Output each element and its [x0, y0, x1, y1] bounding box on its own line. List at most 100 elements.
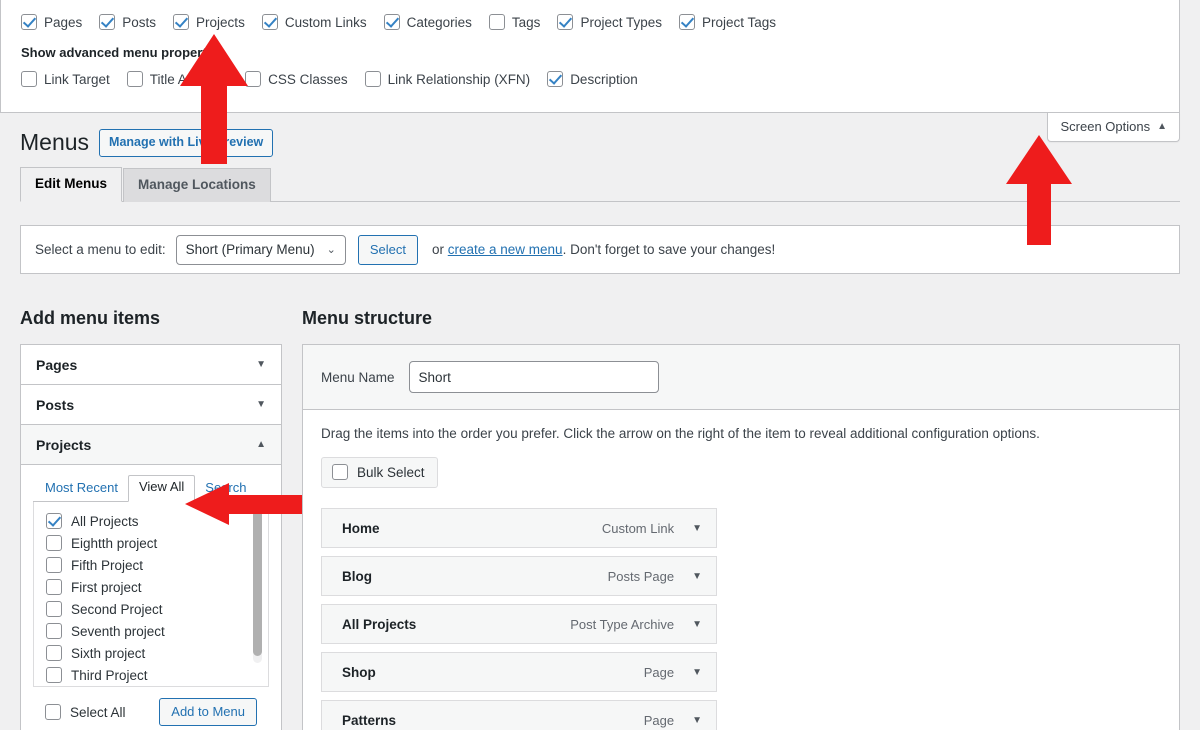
checkbox-categories-label: Categories	[406, 14, 472, 30]
checkbox-posts[interactable]: Posts	[99, 14, 156, 30]
tab-edit-menus[interactable]: Edit Menus	[20, 166, 123, 202]
chevron-down-icon[interactable]: ▼	[692, 715, 702, 726]
bulk-select-control[interactable]: Bulk Select	[321, 457, 438, 488]
checkbox-link-target-box[interactable]	[21, 71, 37, 87]
accordion-label-posts: Posts	[36, 396, 75, 413]
checkbox-title-attribute-box[interactable]	[126, 71, 143, 87]
checkbox-seventh-project-box[interactable]	[46, 623, 62, 639]
menu-item-type: Posts Page	[607, 568, 675, 584]
select-all-checkbox[interactable]: Select All	[45, 704, 126, 720]
checkbox-custom-links[interactable]: Custom Links	[261, 14, 367, 30]
list-item[interactable]: All Projects	[34, 510, 268, 532]
checkbox-categories-box[interactable]	[383, 14, 400, 30]
checkbox-pages-box[interactable]	[21, 14, 37, 30]
menu-item-title: Shop	[342, 664, 376, 680]
select-all-checkbox-box[interactable]	[45, 704, 61, 720]
projects-panel-footer: Select All Add to Menu	[33, 687, 269, 730]
menu-item-shop[interactable]: Shop Page ▼	[321, 652, 717, 692]
list-item[interactable]: First project	[34, 576, 268, 598]
checkbox-posts-box[interactable]	[99, 14, 116, 30]
checkbox-custom-links-label: Custom Links	[284, 14, 367, 30]
checkbox-second-project-box[interactable]	[46, 601, 62, 617]
checkbox-pages[interactable]: Pages	[21, 14, 82, 30]
chevron-up-icon: ▲	[256, 439, 266, 450]
checkbox-link-target[interactable]: Link Target	[21, 71, 110, 87]
sub-tab-search[interactable]: Search	[195, 477, 256, 502]
post-type-checkbox-row: Pages Posts Projects Custom Links Catego…	[21, 14, 1159, 30]
checkbox-custom-links-box[interactable]	[261, 14, 278, 30]
chevron-down-icon[interactable]: ▼	[692, 523, 702, 534]
list-item[interactable]: Fifth Project	[34, 554, 268, 576]
tab-manage-locations[interactable]: Manage Locations	[123, 167, 271, 202]
add-menu-items-accordion: Pages ▼ Posts ▼ Projects ▲ Most Recent V…	[20, 344, 282, 730]
list-item-label: All Projects	[71, 513, 139, 529]
create-a-new-menu-link[interactable]: create a new menu	[448, 242, 563, 257]
list-item[interactable]: Sixth project	[34, 642, 268, 664]
checkbox-projects-box[interactable]	[173, 14, 190, 30]
checkbox-link-relationship[interactable]: Link Relationship (XFN)	[364, 71, 530, 87]
menu-item-meta: Posts Page ▼	[608, 569, 702, 584]
accordion-header-pages[interactable]: Pages ▼	[21, 345, 281, 385]
add-to-menu-button[interactable]: Add to Menu	[159, 698, 257, 726]
checkbox-title-attribute-label: Title Attribute	[149, 71, 229, 87]
menus-admin-screen: Pages Posts Projects Custom Links Catego…	[0, 0, 1200, 730]
checkbox-css-classes-box[interactable]	[245, 71, 262, 87]
menu-name-input[interactable]: Short	[408, 361, 659, 393]
checkbox-project-tags[interactable]: Project Tags	[678, 14, 777, 30]
select-button[interactable]: Select	[357, 234, 418, 265]
checkbox-first-project-box[interactable]	[46, 579, 62, 595]
sub-tab-view-all[interactable]: View All	[127, 475, 196, 502]
accordion-header-projects[interactable]: Projects ▲	[21, 425, 281, 465]
bulk-select-checkbox-box[interactable]	[332, 464, 348, 480]
chevron-down-icon[interactable]: ▼	[692, 571, 702, 582]
projects-sub-tabs: Most Recent View All Search	[33, 475, 269, 502]
checkbox-tags-box[interactable]	[488, 14, 505, 30]
checkbox-all-projects-box[interactable]	[46, 513, 62, 529]
checkbox-project-types[interactable]: Project Types	[557, 14, 662, 30]
chevron-down-icon[interactable]: ▼	[692, 619, 702, 630]
list-item-label: Second Project	[71, 601, 163, 617]
menu-item-all-projects[interactable]: All Projects Post Type Archive ▼	[321, 604, 717, 644]
menu-structure-panel: Menu Name Short Drag the items into the …	[302, 344, 1180, 730]
checkbox-eightth-project-box[interactable]	[46, 535, 62, 551]
checkbox-tags[interactable]: Tags	[488, 14, 540, 30]
checkbox-description-box[interactable]	[547, 71, 564, 87]
screen-options-toggle-button[interactable]: Screen Options ▲	[1047, 113, 1180, 142]
scrollbar-thumb[interactable]	[253, 510, 262, 656]
menu-item-meta: Page ▼	[644, 713, 702, 728]
save-reminder-text: . Don't forget to save your changes!	[562, 242, 776, 257]
menu-structure-body: Drag the items into the order you prefer…	[303, 410, 1179, 730]
projects-list-scrollbar[interactable]	[253, 508, 262, 663]
menu-item-patterns[interactable]: Patterns Page ▼	[321, 700, 717, 730]
checkbox-project-types-box[interactable]	[557, 14, 574, 30]
checkbox-project-tags-box[interactable]	[678, 14, 695, 30]
checkbox-third-project-box[interactable]	[46, 667, 62, 683]
checkbox-link-relationship-box[interactable]	[364, 71, 381, 87]
list-item[interactable]: Eightth project	[34, 532, 268, 554]
list-item[interactable]: Third Project	[34, 664, 268, 686]
chevron-down-icon[interactable]: ▼	[692, 667, 702, 678]
list-item[interactable]: Seventh project	[34, 620, 268, 642]
checkbox-sixth-project-box[interactable]	[46, 645, 62, 661]
menu-item-home[interactable]: Home Custom Link ▼	[321, 508, 717, 548]
menu-item-type: Page	[643, 664, 675, 680]
chevron-up-icon: ▲	[1157, 121, 1167, 132]
menu-item-blog[interactable]: Blog Posts Page ▼	[321, 556, 717, 596]
checkbox-categories[interactable]: Categories	[383, 14, 472, 30]
list-item-label: Third Project	[71, 667, 148, 683]
checkbox-pages-label: Pages	[44, 14, 83, 30]
chevron-down-icon: ⌄	[326, 244, 336, 256]
checkbox-project-tags-label: Project Tags	[701, 14, 777, 30]
list-item[interactable]: Second Project	[34, 598, 268, 620]
checkbox-description[interactable]: Description	[547, 71, 638, 87]
projects-checkbox-list[interactable]: All Projects Eightth project Fifth Proje…	[33, 502, 269, 687]
sub-tab-most-recent[interactable]: Most Recent	[35, 477, 128, 502]
checkbox-projects[interactable]: Projects	[173, 14, 245, 30]
checkbox-title-attribute[interactable]: Title Attribute	[126, 71, 229, 87]
checkbox-fifth-project-box[interactable]	[46, 557, 62, 573]
manage-with-live-preview-button[interactable]: Manage with Live Preview	[99, 128, 274, 158]
menu-select-dropdown[interactable]: Short (Primary Menu) ⌄	[175, 234, 346, 265]
list-item-label: Sixth project	[71, 645, 146, 661]
checkbox-css-classes[interactable]: CSS Classes	[245, 71, 348, 87]
accordion-header-posts[interactable]: Posts ▼	[21, 385, 281, 425]
